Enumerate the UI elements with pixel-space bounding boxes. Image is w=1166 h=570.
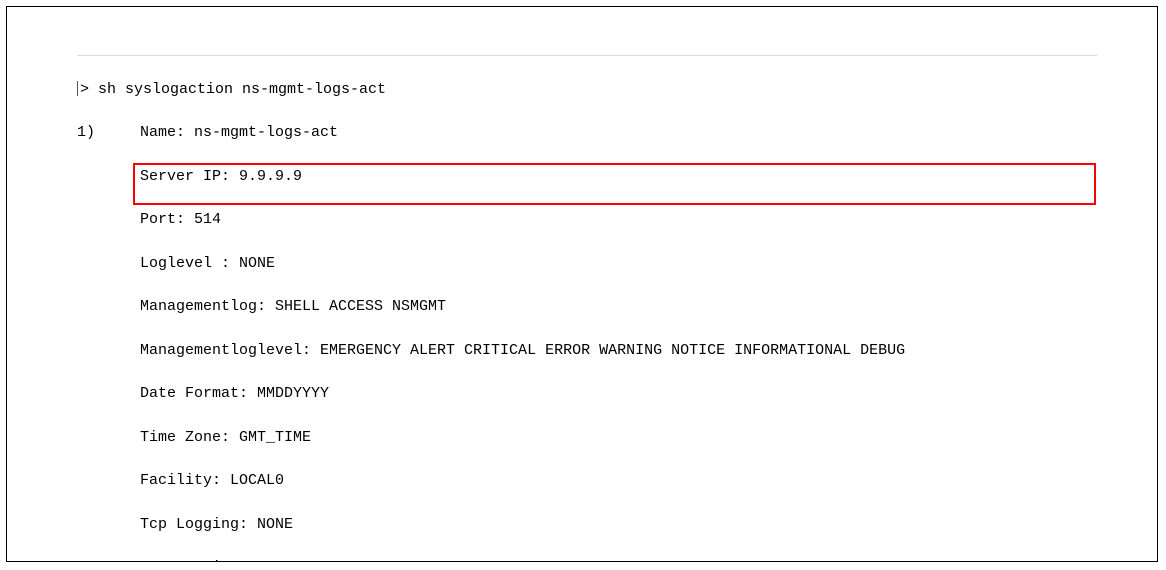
cursor-icon — [77, 81, 78, 96]
line-time-zone: Time Zone: GMT_TIME — [77, 427, 1097, 449]
line-server-ip: Server IP: 9.9.9.9 — [77, 166, 1097, 188]
line-tcp-logging: Tcp Logging: NONE — [77, 514, 1097, 536]
command-text: > sh syslogaction ns-mgmt-logs-act — [80, 81, 386, 98]
line-loglevel: Loglevel : NONE — [77, 253, 1097, 275]
line-port: Port: 514 — [77, 209, 1097, 231]
spacer — [95, 124, 140, 141]
line-facility: Facility: LOCAL0 — [77, 470, 1097, 492]
result-index: 1) — [77, 124, 95, 141]
line-acl-logging: ACL Logging: DISABLED — [77, 557, 1097, 562]
terminal-frame: > sh syslogaction ns-mgmt-logs-act 1) Na… — [6, 6, 1158, 562]
command-line: > sh syslogaction ns-mgmt-logs-act — [77, 79, 1097, 101]
line-name: Name: ns-mgmt-logs-act — [140, 124, 338, 141]
terminal-output: > sh syslogaction ns-mgmt-logs-act 1) Na… — [77, 57, 1097, 562]
result-index-line: 1) Name: ns-mgmt-logs-act — [77, 122, 1097, 144]
line-managementloglevel: Managementloglevel: EMERGENCY ALERT CRIT… — [77, 340, 1097, 362]
line-date-format: Date Format: MMDDYYYY — [77, 383, 1097, 405]
top-separator — [77, 55, 1097, 56]
line-managementlog: Managementlog: SHELL ACCESS NSMGMT — [77, 296, 1097, 318]
